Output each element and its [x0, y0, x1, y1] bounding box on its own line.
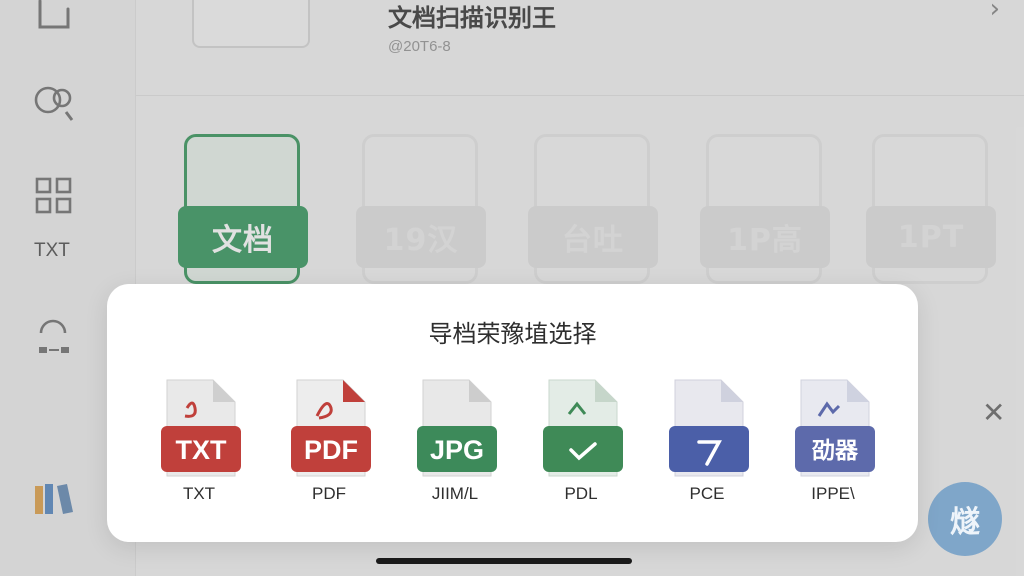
- format-label: TXT: [182, 484, 216, 503]
- format-option-ippe[interactable]: 劭器 IPPE\: [785, 376, 881, 508]
- pdl-file-icon: [543, 379, 623, 477]
- txt-file-icon: TXT: [161, 379, 241, 477]
- format-label: PDF: [312, 484, 346, 503]
- dialog-title: 导档荣豫埴选择: [428, 320, 597, 348]
- jpg-file-icon: JPG: [417, 379, 497, 477]
- format-option-pdl[interactable]: PDL: [533, 376, 629, 508]
- format-label: PDL: [564, 484, 598, 503]
- format-tag: PDF: [304, 435, 358, 465]
- format-label: JIIM/L: [431, 484, 479, 503]
- format-option-pce[interactable]: PCE: [659, 376, 755, 508]
- format-option-pdf[interactable]: PDF PDF: [281, 376, 377, 508]
- format-option-txt[interactable]: TXT TXT: [151, 376, 247, 508]
- close-icon[interactable]: ✕: [982, 396, 1005, 429]
- format-list: TXT TXT PDF PDF JPG JIIM/L PDL PCE 劭器 IP…: [147, 376, 887, 516]
- format-label: IPPE\: [811, 484, 855, 503]
- format-tag: 劭器: [811, 438, 859, 464]
- export-format-dialog: 导档荣豫埴选择 TXT TXT PDF PDF JPG JIIM/L PDL P…: [107, 284, 918, 542]
- format-tag: TXT: [176, 435, 228, 465]
- format-tag: JPG: [430, 435, 484, 465]
- format-option-jpg[interactable]: JPG JIIM/L: [407, 376, 503, 508]
- format-label: PCE: [689, 484, 725, 503]
- pce-file-icon: [669, 379, 749, 477]
- pdf-file-icon: PDF: [291, 379, 371, 477]
- home-indicator[interactable]: [376, 558, 632, 564]
- floating-action-button[interactable]: 燧: [928, 482, 1002, 556]
- ippe-file-icon: 劭器: [795, 379, 875, 477]
